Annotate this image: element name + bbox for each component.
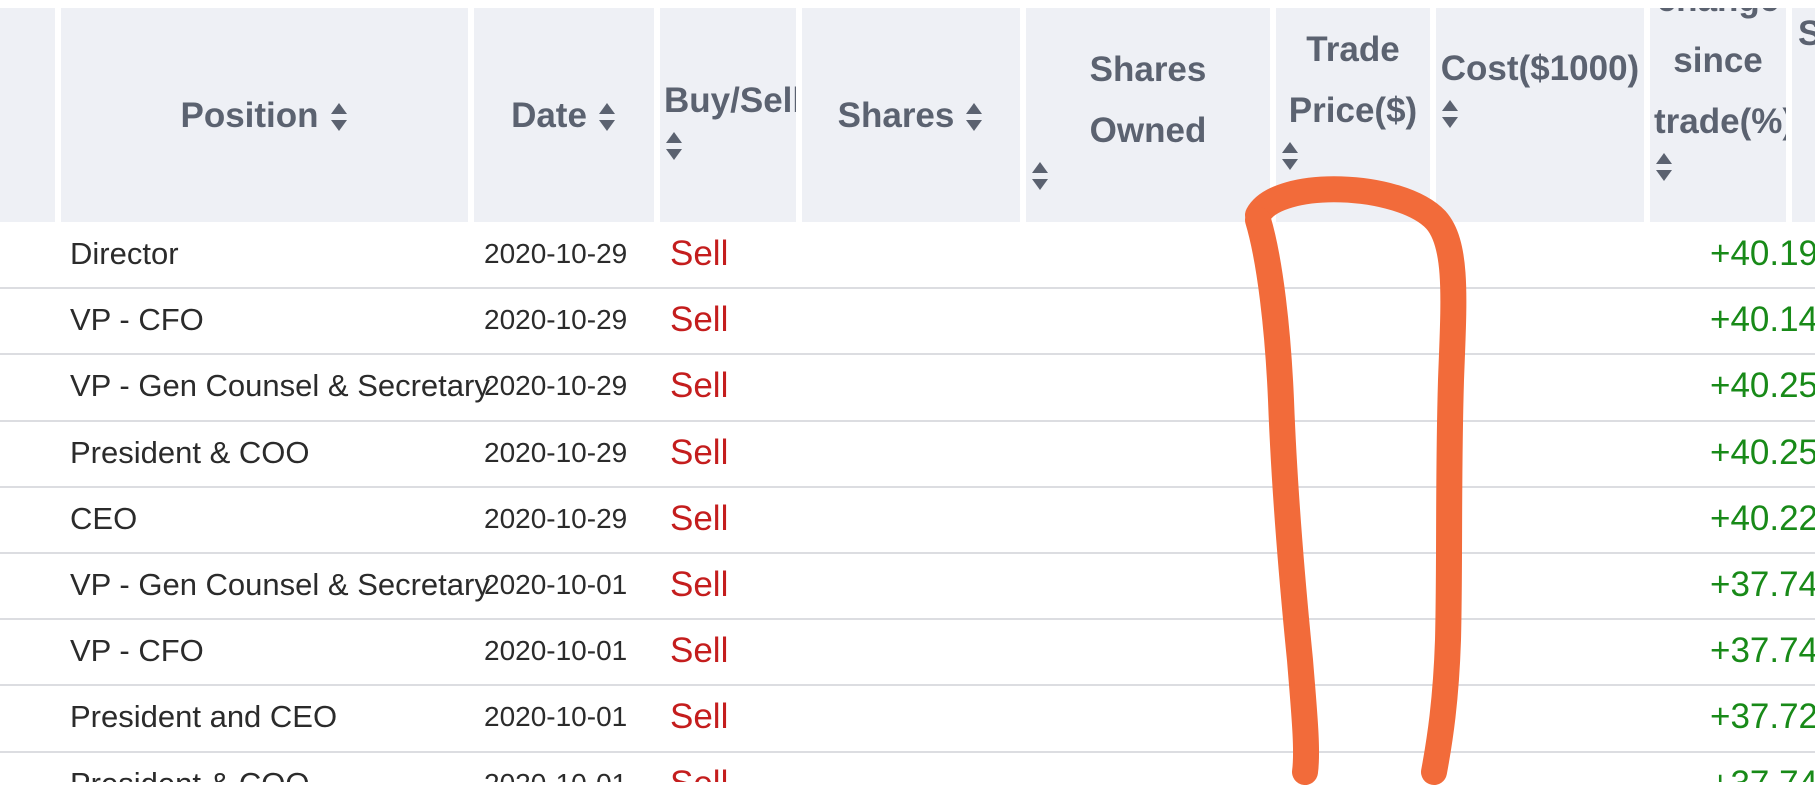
column-header-label: Shares Owned (1089, 50, 1207, 150)
cell-type: Sell (670, 300, 729, 339)
column-header-5[interactable]: Trade Price($) (1276, 8, 1430, 222)
column-header-0[interactable]: Position (61, 8, 468, 222)
cell-change: +40.22 (1710, 499, 1815, 538)
cell-position[interactable]: VP - CFO (70, 631, 204, 671)
cell-position[interactable]: President & COO (70, 433, 309, 473)
column-header-label: Buy/Sell (664, 80, 796, 120)
column-header-label: change since trade(%) (1654, 8, 1786, 141)
column-header-label: Shares (837, 95, 955, 135)
cell-position[interactable]: President and CEO (70, 697, 337, 737)
column-header-4[interactable]: Shares Owned (1026, 8, 1270, 222)
row-divider (0, 287, 1815, 289)
sort-up-down-icon[interactable] (1440, 99, 1640, 129)
column-header-1[interactable]: Date (474, 8, 654, 222)
sort-up-down-icon[interactable] (1030, 161, 1266, 191)
column-header-label: Date (511, 95, 587, 135)
cell-date: 2020-10-29 (484, 503, 628, 534)
cell-position[interactable]: VP - Gen Counsel & Secretary (70, 565, 490, 605)
cell-change: +37.74 (1710, 631, 1815, 670)
cell-date: 2020-10-01 (484, 701, 628, 732)
cell-type: Sell (670, 631, 729, 670)
cell-position[interactable]: VP - Gen Counsel & Secretary (70, 366, 490, 406)
cell-type: Sell (670, 433, 729, 472)
column-header-6[interactable]: Cost($1000) (1436, 8, 1644, 222)
cell-date: 2020-10-01 (484, 635, 628, 666)
header-label-partial: S (1798, 14, 1815, 53)
cell-date: 2020-10-29 (484, 370, 628, 401)
column-header-label: Trade Price($) (1288, 30, 1418, 130)
row-divider (0, 751, 1815, 753)
scroll-clip-edge (0, 782, 1815, 790)
annotation-stroke-left (1245, 207, 1320, 785)
cell-change: +37.72 (1710, 697, 1815, 736)
row-divider (0, 353, 1815, 355)
cell-change: +40.25 (1710, 433, 1815, 472)
cell-change: +40.14 (1710, 300, 1815, 339)
column-header-label: Cost($1000) (1440, 48, 1640, 88)
cell-type: Sell (670, 366, 729, 405)
sort-up-down-icon[interactable] (329, 102, 349, 132)
column-header-7[interactable]: change since trade(%) (1650, 8, 1786, 222)
row-divider (0, 684, 1815, 686)
column-header-3[interactable]: Shares (802, 8, 1020, 222)
header-cell-offscreen: S (1792, 8, 1815, 222)
cell-type: Sell (670, 565, 729, 604)
cell-date: 2020-10-29 (484, 238, 628, 269)
row-divider (0, 486, 1815, 488)
sort-up-down-icon[interactable] (664, 131, 792, 161)
cell-date: 2020-10-29 (484, 304, 628, 335)
cell-position[interactable]: CEO (70, 499, 137, 539)
row-divider (0, 552, 1815, 554)
sort-up-down-icon[interactable] (1280, 141, 1426, 171)
cell-date: 2020-10-29 (484, 437, 628, 468)
sort-up-down-icon[interactable] (964, 102, 984, 132)
cell-type: Sell (670, 697, 729, 736)
cell-change: +37.74 (1710, 565, 1815, 604)
sort-up-down-icon[interactable] (597, 102, 617, 132)
row-divider (0, 618, 1815, 620)
cell-change: +40.25 (1710, 366, 1815, 405)
header-cell-offscreen (0, 8, 55, 222)
cell-position[interactable]: Director (70, 234, 179, 274)
cell-type: Sell (670, 499, 729, 538)
screenshot-viewport: Position Date Buy/Sell Shares Shares Owned Tr… (0, 0, 1815, 790)
cell-change: +40.19 (1710, 234, 1815, 273)
cell-position[interactable]: VP - CFO (70, 300, 204, 340)
cell-date: 2020-10-01 (484, 569, 628, 600)
row-divider (0, 420, 1815, 422)
column-header-2[interactable]: Buy/Sell (660, 8, 796, 222)
sort-up-down-icon[interactable] (1654, 152, 1782, 182)
column-header-label: Position (180, 95, 319, 135)
cell-type: Sell (670, 234, 729, 273)
